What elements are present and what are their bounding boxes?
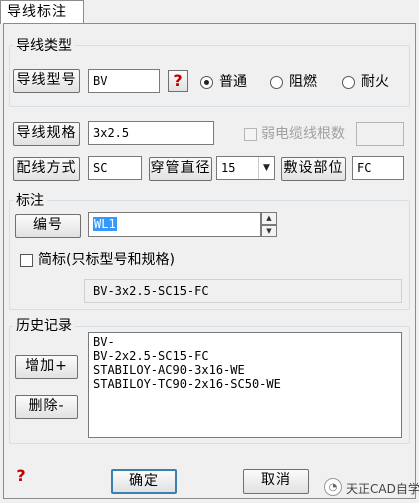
watermark-text: 天正CAD自学 xyxy=(346,482,419,496)
spin-down-icon[interactable]: ▼ xyxy=(261,225,277,237)
wire-model-button[interactable]: 导线型号 xyxy=(13,69,80,93)
history-list[interactable]: BV- BV-2x2.5-SC15-FC STABILOY-AC90-3x16-… xyxy=(88,332,402,438)
radio-fireproof[interactable] xyxy=(342,76,355,89)
simple-label-checkbox[interactable] xyxy=(20,254,33,267)
radio-flame-retardant-label: 阻燃 xyxy=(289,74,317,90)
radio-flame-retardant[interactable] xyxy=(270,76,283,89)
pipe-diameter-value: 15 xyxy=(221,161,236,175)
question-mark-glyph: ? xyxy=(173,71,183,90)
wiring-method-button[interactable]: 配线方式 xyxy=(13,157,80,181)
laying-location-field[interactable]: FC xyxy=(352,156,404,180)
number-button[interactable]: 编号 xyxy=(15,214,81,238)
radio-normal[interactable] xyxy=(200,76,213,89)
list-item[interactable]: STABILOY-AC90-3x16-WE xyxy=(93,363,397,377)
pipe-diameter-button[interactable]: 穿管直径 xyxy=(149,157,212,181)
radio-fireproof-label: 耐火 xyxy=(361,74,389,90)
number-value: WL1 xyxy=(93,217,117,231)
window-title: 导线标注 xyxy=(0,0,84,24)
wire-type-group-label: 导线类型 xyxy=(13,38,75,54)
wire-spec-field[interactable]: 3x2.5 xyxy=(88,121,214,145)
radio-normal-label: 普通 xyxy=(219,74,247,90)
wechat-icon: ◔ xyxy=(324,478,342,496)
weak-cable-checkbox[interactable] xyxy=(244,128,257,141)
chevron-down-icon[interactable]: ▼ xyxy=(258,157,274,179)
weak-cable-label: 弱电缆线根数 xyxy=(261,126,345,142)
laying-location-button[interactable]: 敷设部位 xyxy=(281,157,346,181)
delete-history-button[interactable]: 删除- xyxy=(15,395,78,419)
annotation-group-label: 标注 xyxy=(13,193,47,209)
wiring-method-field[interactable]: SC xyxy=(88,156,142,180)
add-history-button[interactable]: 增加+ xyxy=(15,355,78,379)
list-item[interactable]: STABILOY-TC90-2x16-SC50-WE xyxy=(93,377,397,391)
wire-model-field[interactable]: BV xyxy=(88,69,160,93)
footer-help-icon[interactable]: ? xyxy=(14,466,28,486)
cancel-button[interactable]: 取消 xyxy=(243,469,309,494)
simple-label-text: 简标(只标型号和规格) xyxy=(38,252,175,268)
ok-button[interactable]: 确定 xyxy=(111,469,177,494)
annotation-preview: BV-3x2.5-SC15-FC xyxy=(84,279,402,303)
spin-up-icon[interactable]: ▲ xyxy=(261,212,277,225)
list-item[interactable]: BV- xyxy=(93,335,397,349)
history-group-label: 历史记录 xyxy=(13,318,75,334)
weak-cable-count-field[interactable] xyxy=(356,122,404,146)
list-item[interactable]: BV-2x2.5-SC15-FC xyxy=(93,349,397,363)
wire-spec-button[interactable]: 导线规格 xyxy=(13,122,80,146)
number-field[interactable]: WL1 xyxy=(88,212,261,237)
